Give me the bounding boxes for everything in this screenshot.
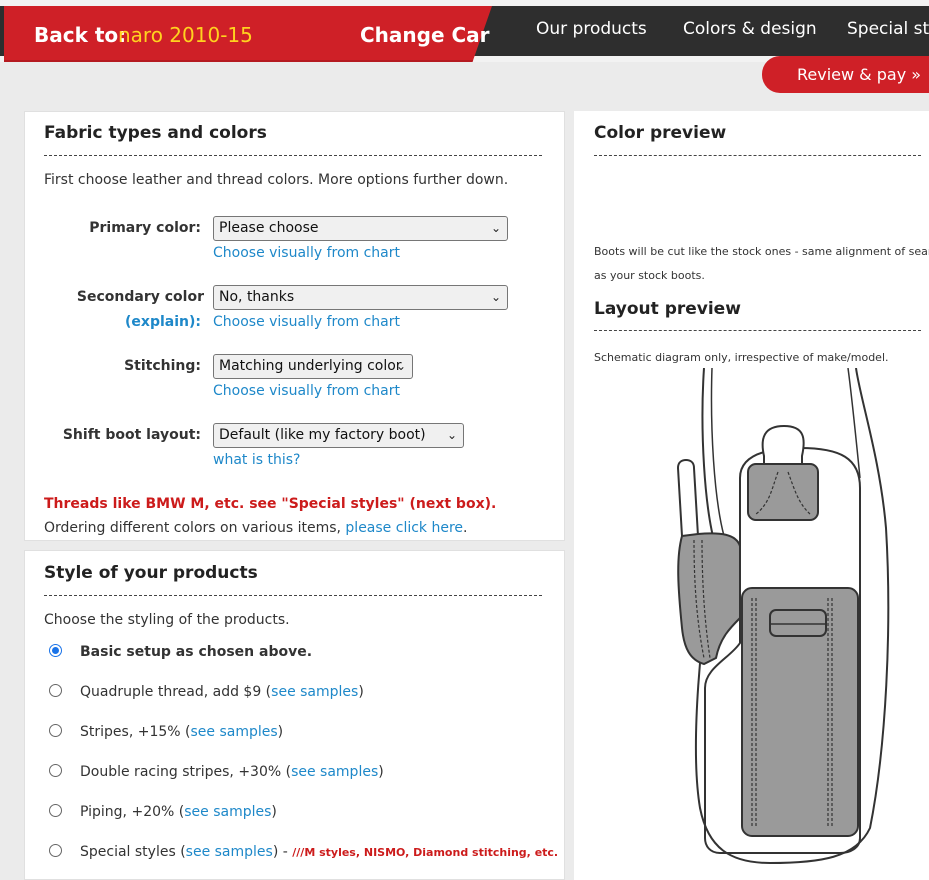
secondary-chart-link[interactable]: Choose visually from chart: [213, 314, 400, 330]
explain-link[interactable]: (explain):: [60, 314, 201, 330]
close-paren: ): [378, 764, 384, 780]
chevron-down-icon: ⌄: [446, 428, 457, 442]
review-pay-button[interactable]: Review & pay »: [762, 56, 929, 93]
fabric-divider: [44, 155, 542, 156]
ordering-link[interactable]: please click here: [345, 520, 463, 536]
shift-boot-layout-value: Default (like my factory boot): [219, 427, 426, 443]
color-preview-divider: [594, 155, 921, 156]
shift-boot-icon: [747, 463, 819, 521]
change-car-link[interactable]: Change Car: [360, 23, 490, 47]
option-special: Special styles (see samples) - ///M styl…: [80, 844, 558, 860]
style-title: Style of your products: [44, 563, 258, 583]
stitching-chart-link[interactable]: Choose visually from chart: [213, 383, 400, 399]
layout-preview-title: Layout preview: [594, 299, 741, 319]
shift-boot-layout-label: Shift boot layout:: [62, 427, 201, 443]
chevron-down-icon: ⌄: [395, 359, 406, 373]
close-paren: ): [277, 724, 284, 740]
fabric-intro: First choose leather and thread colors. …: [44, 172, 509, 188]
schematic-note: Schematic diagram only, irrespective of …: [594, 351, 889, 364]
option-stripes-label: Stripes, +15% (: [80, 724, 191, 740]
option-quadruple: Quadruple thread, add $9 (see samples): [80, 684, 364, 700]
ordering-suffix: .: [463, 520, 468, 536]
nav-our-products[interactable]: Our products: [536, 19, 647, 39]
secondary-color-label: Secondary color: [76, 289, 204, 305]
chevron-down-icon: ⌄: [490, 221, 501, 235]
primary-color-select[interactable]: Please choose ⌄: [213, 216, 508, 241]
fabric-title: Fabric types and colors: [44, 123, 267, 143]
radio-special[interactable]: [49, 844, 62, 857]
radio-stripes[interactable]: [49, 724, 62, 737]
option-basic-label: Basic setup as chosen above.: [80, 644, 313, 660]
option-double-racing: Double racing stripes, +30% (see samples…: [80, 764, 384, 780]
option-double-racing-label: Double racing stripes, +30% (: [80, 764, 292, 780]
secondary-color-value: No, thanks: [219, 289, 295, 305]
stitching-label: Stitching:: [124, 358, 201, 374]
radio-basic[interactable]: [49, 644, 62, 657]
option-quadruple-label: Quadruple thread, add $9 (: [80, 684, 272, 700]
style-card: [24, 550, 565, 880]
color-preview-title: Color preview: [594, 123, 727, 143]
stitching-select[interactable]: Matching underlying color ⌄: [213, 354, 413, 379]
what-is-this-link[interactable]: what is this?: [213, 452, 300, 468]
double-racing-samples-link[interactable]: see samples: [291, 764, 378, 780]
special-note: ///M styles, NISMO, Diamond stitching, e…: [292, 846, 559, 859]
ordering-note: Ordering different colors on various ite…: [44, 520, 467, 536]
style-divider: [44, 595, 542, 596]
shift-knob-icon: [761, 424, 805, 465]
close-paren: ): [271, 804, 277, 820]
back-car-link[interactable]: naro 2010-15: [118, 23, 253, 47]
radio-piping[interactable]: [49, 804, 62, 817]
back-to-label: Back to:: [34, 23, 127, 47]
nav-special-styles[interactable]: Special styl: [847, 19, 929, 39]
option-stripes: Stripes, +15% (see samples): [80, 724, 283, 740]
primary-color-value: Please choose: [219, 220, 319, 236]
option-piping-label: Piping, +20% (: [80, 804, 185, 820]
piping-samples-link[interactable]: see samples: [184, 804, 271, 820]
primary-color-label: Primary color:: [89, 220, 201, 236]
top-bar: Back to: naro 2010-15 Change Car Our pro…: [0, 0, 929, 62]
handbrake-lever-icon: [676, 458, 700, 537]
console-layout-diagram: [676, 368, 890, 865]
primary-chart-link[interactable]: Choose visually from chart: [213, 245, 400, 261]
special-dash: -: [278, 844, 293, 860]
close-paren: ): [358, 684, 364, 700]
secondary-color-select[interactable]: No, thanks ⌄: [213, 285, 508, 310]
shift-boot-layout-select[interactable]: Default (like my factory boot) ⌄: [213, 423, 464, 448]
handbrake-boot-icon: [677, 532, 741, 666]
chevron-down-icon: ⌄: [490, 290, 501, 304]
quadruple-samples-link[interactable]: see samples: [271, 684, 358, 700]
option-special-label: Special styles (: [80, 844, 186, 860]
threads-note: Threads like BMW M, etc. see "Special st…: [44, 496, 497, 512]
radio-double-racing[interactable]: [49, 764, 62, 777]
ordering-text: Ordering different colors on various ite…: [44, 520, 346, 536]
special-samples-link[interactable]: see samples: [186, 844, 273, 860]
radio-quadruple[interactable]: [49, 684, 62, 697]
boots-note-line1: Boots will be cut like the stock ones - …: [594, 245, 929, 258]
nav-colors-design[interactable]: Colors & design: [683, 19, 817, 39]
stripes-samples-link[interactable]: see samples: [190, 724, 277, 740]
boots-note-line2: as your stock boots.: [594, 269, 705, 282]
option-piping: Piping, +20% (see samples): [80, 804, 277, 820]
stitching-value: Matching underlying color: [219, 358, 402, 374]
layout-preview-divider: [594, 330, 921, 331]
armrest-latch-icon: [769, 609, 827, 637]
style-intro: Choose the styling of the products.: [44, 612, 290, 628]
